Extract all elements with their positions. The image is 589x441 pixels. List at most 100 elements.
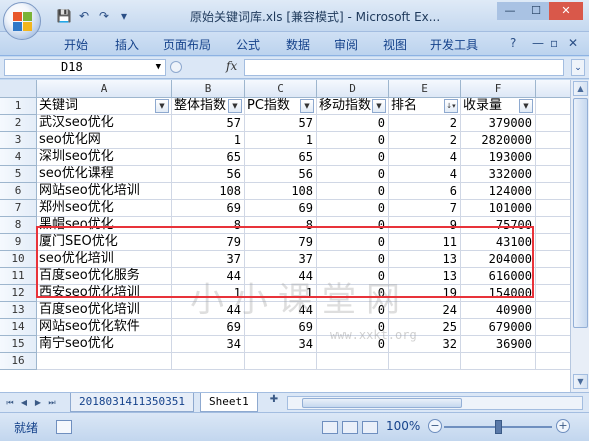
formula-input[interactable] bbox=[244, 59, 564, 76]
empty-cell[interactable] bbox=[536, 115, 570, 132]
column-header-d[interactable]: D bbox=[317, 80, 389, 98]
number-cell[interactable]: 2 bbox=[389, 132, 461, 149]
filter-dropdown-icon[interactable]: ▼ bbox=[228, 99, 242, 113]
empty-cell[interactable] bbox=[536, 251, 570, 268]
help-icon[interactable]: ? bbox=[510, 36, 516, 50]
number-cell[interactable]: 0 bbox=[317, 200, 389, 217]
number-cell[interactable]: 8 bbox=[172, 217, 245, 234]
empty-cell[interactable] bbox=[536, 132, 570, 149]
row-header[interactable]: 6 bbox=[0, 183, 37, 200]
filter-dropdown-icon[interactable]: ▼ bbox=[155, 99, 169, 113]
empty-cell[interactable] bbox=[536, 217, 570, 234]
header-cell[interactable]: 收录量 ▼ bbox=[461, 98, 536, 115]
column-header-c[interactable]: C bbox=[245, 80, 317, 98]
tab-insert[interactable]: 插入 bbox=[115, 36, 139, 53]
maximize-icon[interactable]: ☐ bbox=[523, 2, 549, 20]
row-header[interactable]: 7 bbox=[0, 200, 37, 217]
column-header-e[interactable]: E bbox=[389, 80, 461, 98]
tab-view[interactable]: 视图 bbox=[383, 36, 407, 53]
vertical-scroll-thumb[interactable] bbox=[573, 98, 588, 328]
empty-cell[interactable] bbox=[389, 353, 461, 370]
keyword-cell[interactable]: 百度seo优化培训 bbox=[37, 302, 172, 319]
keyword-cell[interactable]: seo优化网 bbox=[37, 132, 172, 149]
chevron-down-icon[interactable]: ▼ bbox=[156, 60, 161, 75]
filter-dropdown-icon[interactable]: ▼ bbox=[372, 99, 386, 113]
number-cell[interactable]: 101000 bbox=[461, 200, 536, 217]
tab-developer[interactable]: 开发工具 bbox=[430, 36, 478, 53]
empty-cell[interactable] bbox=[536, 234, 570, 251]
number-cell[interactable]: 332000 bbox=[461, 166, 536, 183]
row-header[interactable]: 5 bbox=[0, 166, 37, 183]
number-cell[interactable]: 69 bbox=[245, 319, 317, 336]
empty-cell[interactable] bbox=[536, 268, 570, 285]
column-header-b[interactable]: B bbox=[172, 80, 245, 98]
next-sheet-icon[interactable]: ▶ bbox=[32, 396, 44, 409]
insert-sheet-icon[interactable]: ✚ bbox=[264, 394, 284, 410]
ribbon-restore-icon[interactable]: ▫ bbox=[550, 36, 558, 50]
number-cell[interactable]: 69 bbox=[172, 319, 245, 336]
tab-data[interactable]: 数据 bbox=[286, 36, 310, 53]
number-cell[interactable]: 57 bbox=[172, 115, 245, 132]
empty-cell[interactable] bbox=[461, 353, 536, 370]
number-cell[interactable]: 57 bbox=[245, 115, 317, 132]
prev-sheet-icon[interactable]: ◀ bbox=[18, 396, 30, 409]
undo-icon[interactable]: ↶ bbox=[76, 9, 92, 23]
number-cell[interactable]: 2820000 bbox=[461, 132, 536, 149]
number-cell[interactable]: 0 bbox=[317, 183, 389, 200]
number-cell[interactable]: 379000 bbox=[461, 115, 536, 132]
keyword-cell[interactable]: 黑帽seo优化 bbox=[37, 217, 172, 234]
sort-filter-icon[interactable]: ↓▾ bbox=[444, 99, 458, 113]
row-header[interactable]: 11 bbox=[0, 268, 37, 285]
tab-review[interactable]: 审阅 bbox=[334, 36, 358, 53]
keyword-cell[interactable]: 西安seo优化培训 bbox=[37, 285, 172, 302]
number-cell[interactable]: 2 bbox=[389, 115, 461, 132]
empty-cell[interactable] bbox=[536, 336, 570, 353]
keyword-cell[interactable]: 深圳seo优化 bbox=[37, 149, 172, 166]
keyword-cell[interactable]: 郑州seo优化 bbox=[37, 200, 172, 217]
empty-cell[interactable] bbox=[536, 353, 570, 370]
keyword-cell[interactable]: 网站seo优化软件 bbox=[37, 319, 172, 336]
number-cell[interactable]: 108 bbox=[245, 183, 317, 200]
number-cell[interactable]: 7 bbox=[389, 200, 461, 217]
number-cell[interactable]: 0 bbox=[317, 251, 389, 268]
row-header[interactable]: 13 bbox=[0, 302, 37, 319]
minimize-icon[interactable]: — bbox=[497, 2, 523, 20]
redo-icon[interactable]: ↷ bbox=[96, 9, 112, 23]
normal-view-icon[interactable] bbox=[322, 421, 338, 434]
number-cell[interactable]: 1 bbox=[245, 132, 317, 149]
number-cell[interactable]: 4 bbox=[389, 149, 461, 166]
keyword-cell[interactable]: 网站seo优化培训 bbox=[37, 183, 172, 200]
horizontal-scroll-thumb[interactable] bbox=[302, 398, 462, 408]
number-cell[interactable]: 79 bbox=[245, 234, 317, 251]
macro-record-icon[interactable] bbox=[56, 420, 72, 434]
number-cell[interactable]: 75700 bbox=[461, 217, 536, 234]
row-header[interactable]: 10 bbox=[0, 251, 37, 268]
tab-page-layout[interactable]: 页面布局 bbox=[163, 36, 211, 53]
office-button[interactable] bbox=[3, 2, 41, 40]
name-box[interactable]: D18 ▼ bbox=[4, 59, 166, 76]
number-cell[interactable]: 8 bbox=[245, 217, 317, 234]
number-cell[interactable]: 37 bbox=[245, 251, 317, 268]
keyword-cell[interactable]: seo优化培训 bbox=[37, 251, 172, 268]
number-cell[interactable]: 43100 bbox=[461, 234, 536, 251]
number-cell[interactable]: 0 bbox=[317, 115, 389, 132]
filter-dropdown-icon[interactable]: ▼ bbox=[519, 99, 533, 113]
customize-qat-icon[interactable]: ▾ bbox=[116, 9, 132, 23]
number-cell[interactable]: 13 bbox=[389, 251, 461, 268]
scroll-down-icon[interactable]: ▼ bbox=[573, 374, 588, 389]
number-cell[interactable]: 36900 bbox=[461, 336, 536, 353]
empty-cell[interactable] bbox=[245, 353, 317, 370]
row-header[interactable]: 2 bbox=[0, 115, 37, 132]
empty-cell[interactable] bbox=[536, 302, 570, 319]
empty-cell[interactable] bbox=[536, 285, 570, 302]
zoom-out-icon[interactable]: − bbox=[428, 419, 442, 433]
sheet-tab-sheet1[interactable]: Sheet1 bbox=[200, 393, 258, 412]
empty-cell[interactable] bbox=[536, 149, 570, 166]
tab-home[interactable]: 开始 bbox=[64, 36, 88, 53]
zoom-level[interactable]: 100% bbox=[386, 419, 420, 433]
row-header[interactable]: 15 bbox=[0, 336, 37, 353]
header-cell[interactable]: 整体指数 ▼ bbox=[172, 98, 245, 115]
page-break-view-icon[interactable] bbox=[362, 421, 378, 434]
worksheet-grid[interactable]: A B C D E F 1 关键词 ▼ 整体指数 ▼ PC指数 ▼ 移动指数 ▼ 排名 ↓▾ 收录量 ▼ 2 武汉seo… bbox=[0, 80, 570, 392]
row-header[interactable]: 3 bbox=[0, 132, 37, 149]
